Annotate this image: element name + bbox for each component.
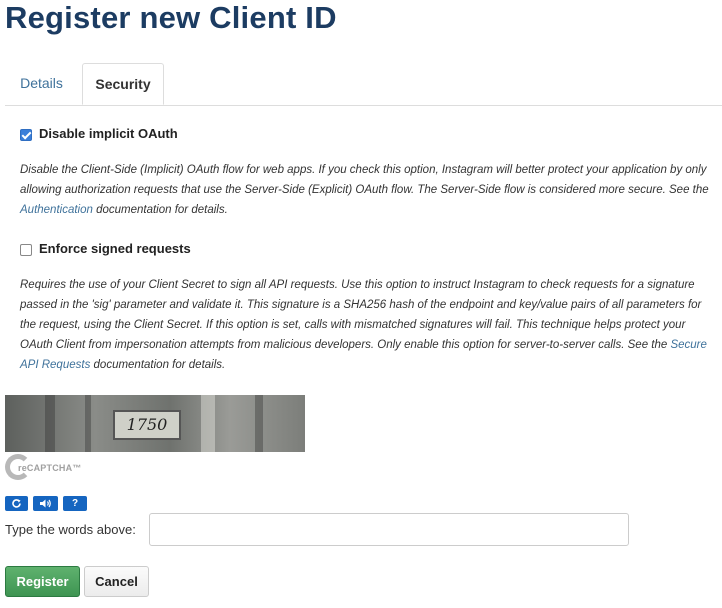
- recaptcha-logo: reCAPTCHA™: [5, 454, 85, 490]
- captcha-help-button[interactable]: ?: [63, 496, 87, 511]
- disable-implicit-oauth-label[interactable]: Disable implicit OAuth: [39, 126, 178, 141]
- captcha-house-number: 1750: [113, 410, 181, 440]
- authentication-link[interactable]: Authentication: [20, 204, 93, 216]
- enforce-signed-requests-checkbox[interactable]: [20, 244, 32, 256]
- recaptcha-logo-text: reCAPTCHA™: [18, 463, 82, 473]
- register-button[interactable]: Register: [5, 566, 80, 597]
- page-title: Register new Client ID: [5, 0, 337, 35]
- tab-bar: Details Security: [5, 63, 722, 106]
- cancel-button[interactable]: Cancel: [84, 566, 149, 597]
- description-text: Disable the Client-Side (Implicit) OAuth…: [20, 164, 709, 196]
- description-text: Requires the use of your Client Secret t…: [20, 279, 702, 351]
- disable-implicit-oauth-description: Disable the Client-Side (Implicit) OAuth…: [20, 160, 720, 220]
- captcha-audio-button[interactable]: [33, 496, 58, 511]
- tab-security[interactable]: Security: [82, 63, 164, 105]
- reload-icon: [12, 499, 21, 508]
- tab-details[interactable]: Details: [5, 63, 78, 104]
- captcha-response-input[interactable]: [149, 513, 629, 546]
- description-text: documentation for details.: [90, 359, 226, 371]
- captcha-image: 1750: [5, 395, 305, 452]
- enforce-signed-requests-description: Requires the use of your Client Secret t…: [20, 275, 720, 375]
- disable-implicit-oauth-checkbox[interactable]: [20, 129, 32, 141]
- captcha-reload-button[interactable]: [5, 496, 28, 511]
- audio-icon: [40, 499, 51, 508]
- description-text: documentation for details.: [92, 204, 228, 216]
- enforce-signed-requests-label[interactable]: Enforce signed requests: [39, 241, 191, 256]
- captcha-prompt-label: Type the words above:: [5, 522, 136, 537]
